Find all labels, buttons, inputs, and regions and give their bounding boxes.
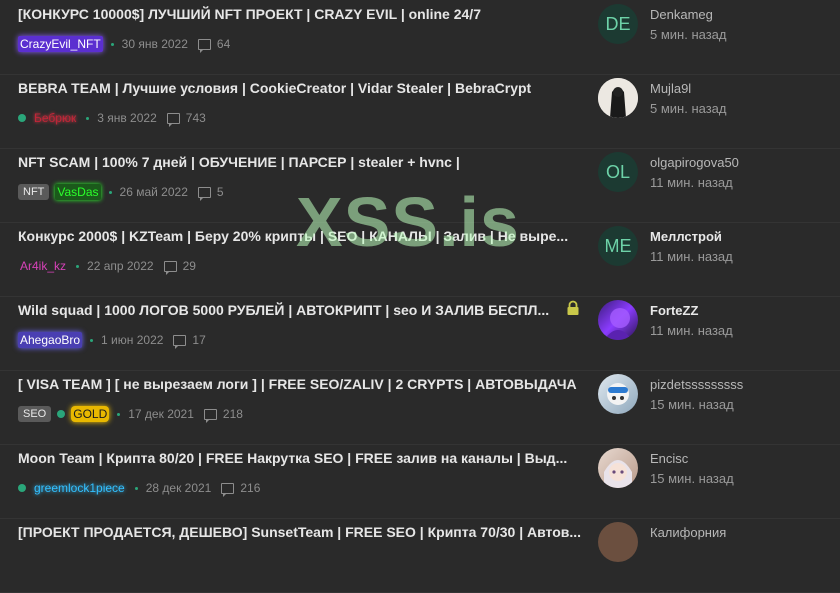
thread-meta: AhegaoBro 1 июн 2022 17 (18, 331, 206, 349)
thread-row: Moon Team | Крипта 80/20 | FREE Накрутка… (0, 444, 840, 519)
thread-row: [КОНКУРС 10000$] ЛУЧШИЙ NFT ПРОЕКТ | CRA… (0, 0, 840, 75)
last-post-user[interactable]: olgapirogova50 (650, 155, 739, 170)
reply-count: 216 (240, 481, 261, 495)
comment-icon (163, 260, 177, 275)
avatar[interactable] (598, 448, 638, 488)
thread-meta: SEO GOLD 17 дек 2021 218 (18, 405, 243, 423)
thread-author[interactable]: GOLD (71, 406, 110, 422)
avatar-image (607, 383, 629, 405)
comment-icon (173, 334, 187, 349)
thread-author[interactable]: AhegaoBro (18, 332, 83, 348)
thread-meta: Ar4ik_kz 22 апр 2022 29 (18, 257, 196, 275)
last-post-time[interactable]: 11 мин. назад (650, 323, 733, 338)
thread-date[interactable]: 1 июн 2022 (101, 333, 163, 347)
thread-date[interactable]: 28 дек 2021 (146, 481, 212, 495)
avatar[interactable]: OL (598, 152, 638, 192)
thread-row: [ VISA TEAM ] [ не вырезаем логи ] | FRE… (0, 370, 840, 445)
avatar-image (598, 78, 638, 118)
reply-count: 743 (185, 111, 206, 125)
separator-dot (134, 486, 138, 490)
last-post-user[interactable]: Mujla9l (650, 81, 691, 96)
comment-icon (221, 482, 235, 497)
last-post-user[interactable]: Калифорния (650, 525, 726, 540)
watermark: XSS.is (296, 183, 520, 261)
thread-author[interactable]: VasDas (55, 184, 101, 200)
thread-meta: CrazyEvil_NFT 30 янв 2022 64 (18, 35, 230, 53)
separator-dot (108, 190, 112, 194)
thread-title[interactable]: [ VISA TEAM ] [ не вырезаем логи ] | FRE… (18, 376, 588, 392)
comment-icon (197, 186, 211, 201)
reply-count: 218 (222, 407, 243, 421)
last-post-user[interactable]: Encisc (650, 451, 688, 466)
last-post-time[interactable]: 11 мин. назад (650, 175, 733, 190)
avatar[interactable] (598, 78, 638, 118)
separator-dot (76, 264, 80, 268)
reply-count: 5 (216, 185, 224, 199)
thread-date[interactable]: 22 апр 2022 (87, 259, 154, 273)
thread-date[interactable]: 30 янв 2022 (122, 37, 188, 51)
reply-count: 64 (216, 37, 231, 51)
avatar-image (604, 308, 632, 340)
avatar[interactable]: ME (598, 226, 638, 266)
thread-meta: NFT VasDas 26 май 2022 5 (18, 183, 224, 201)
online-indicator (57, 410, 66, 418)
avatar[interactable]: DE (598, 4, 638, 44)
thread-row: [ПРОЕКТ ПРОДАЕТСЯ, ДЕШЕВО] SunsetTeam | … (0, 518, 840, 593)
last-post-user[interactable]: Denkameg (650, 7, 713, 22)
thread-title[interactable]: NFT SCAM | 100% 7 дней | ОБУЧЕНИЕ | ПАРС… (18, 154, 588, 170)
thread-meta: greemlock1piece 28 дек 2021 216 (18, 479, 260, 497)
avatar-initials: OL (605, 161, 630, 182)
separator-dot (110, 42, 114, 46)
last-post-time[interactable]: 5 мин. назад (650, 101, 726, 116)
prefix-tag[interactable]: SEO (18, 406, 52, 422)
last-post-time[interactable]: 15 мин. назад (650, 397, 734, 412)
lock-icon (567, 300, 579, 315)
avatar-initials: ME (604, 235, 632, 256)
comment-icon (203, 408, 217, 423)
last-post-time[interactable]: 15 мин. назад (650, 471, 734, 486)
thread-title[interactable]: Moon Team | Крипта 80/20 | FREE Накрутка… (18, 450, 588, 466)
last-post-time[interactable]: 11 мин. назад (650, 249, 733, 264)
thread-date[interactable]: 3 янв 2022 (97, 111, 157, 125)
thread-row: BEBRA TEAM | Лучшие условия | CookieCrea… (0, 74, 840, 149)
avatar[interactable] (598, 522, 638, 562)
thread-title[interactable]: [ПРОЕКТ ПРОДАЕТСЯ, ДЕШЕВО] SunsetTeam | … (18, 524, 588, 540)
comment-icon (197, 38, 211, 53)
thread-row: Wild squad | 1000 ЛОГОВ 5000 РУБЛЕЙ | АВ… (0, 296, 840, 371)
thread-date[interactable]: 26 май 2022 (120, 185, 188, 199)
reply-count: 29 (182, 259, 196, 273)
comment-icon (166, 112, 180, 127)
avatar-initials: DE (605, 13, 631, 34)
reply-count: 17 (192, 333, 206, 347)
thread-author[interactable]: greemlock1piece (32, 480, 127, 496)
thread-date[interactable]: 17 дек 2021 (128, 407, 194, 421)
online-indicator (18, 114, 26, 122)
thread-title[interactable]: BEBRA TEAM | Лучшие условия | CookieCrea… (18, 80, 588, 96)
avatar[interactable] (598, 374, 638, 414)
prefix-tag[interactable]: NFT (18, 184, 50, 200)
separator-dot (117, 412, 121, 416)
thread-author[interactable]: Бебрюк (32, 110, 78, 126)
separator-dot (86, 116, 90, 120)
last-post-user[interactable]: Меллстрой (650, 229, 722, 244)
online-indicator (18, 484, 26, 492)
thread-title[interactable]: Wild squad | 1000 ЛОГОВ 5000 РУБЛЕЙ | АВ… (18, 302, 553, 318)
thread-author[interactable]: Ar4ik_kz (18, 258, 68, 274)
separator-dot (90, 338, 94, 342)
avatar[interactable] (598, 300, 638, 340)
thread-title[interactable]: [КОНКУРС 10000$] ЛУЧШИЙ NFT ПРОЕКТ | CRA… (18, 6, 588, 22)
last-post-time[interactable]: 5 мин. назад (650, 27, 726, 42)
thread-author[interactable]: CrazyEvil_NFT (18, 36, 103, 52)
last-post-user[interactable]: ForteZZ (650, 303, 698, 318)
thread-meta: Бебрюк 3 янв 2022 743 (18, 109, 206, 127)
avatar-image (604, 460, 632, 488)
last-post-user[interactable]: pizdetsssssssss (650, 377, 743, 392)
